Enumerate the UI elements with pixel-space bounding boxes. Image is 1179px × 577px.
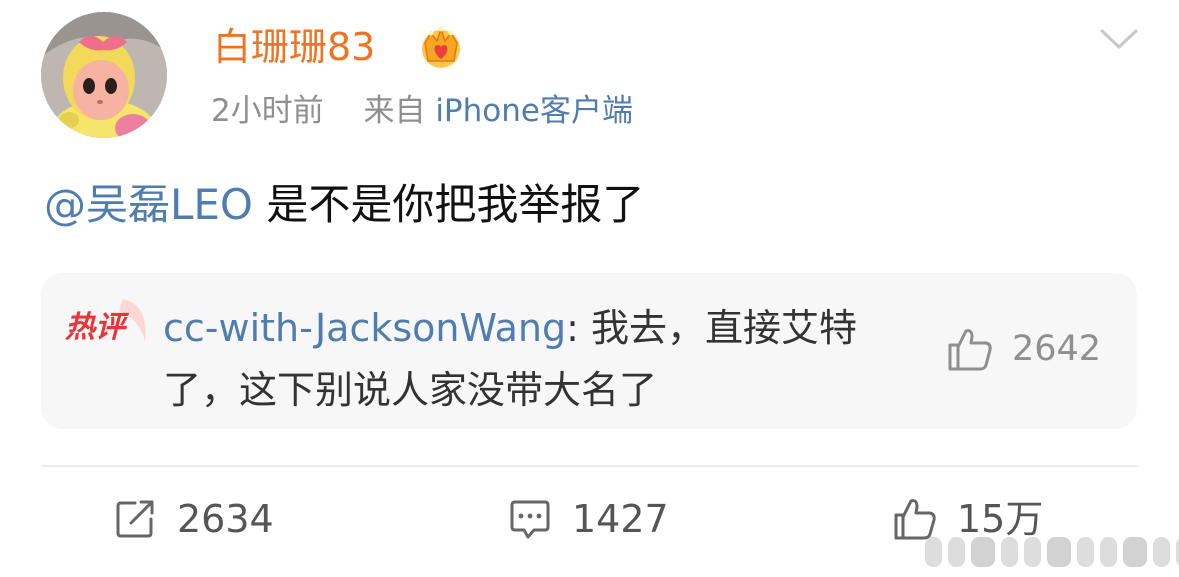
hot-badge-text: 热评 <box>64 310 130 345</box>
crown-badge-icon[interactable] <box>418 25 464 69</box>
comment-button[interactable]: 1427 <box>508 494 669 544</box>
mention-link[interactable]: @吴磊LEO <box>44 180 253 229</box>
post-meta: 2小时前 来自 iPhone客户端 <box>211 90 633 132</box>
hot-comment-like-button[interactable]: 2642 <box>946 325 1101 373</box>
thumbs-up-icon <box>948 329 992 371</box>
divider <box>41 465 1137 467</box>
repost-button[interactable]: 2634 <box>113 494 274 544</box>
comment-count: 1427 <box>572 497 669 541</box>
chevron-down-icon[interactable] <box>1098 25 1140 53</box>
hot-comment-text: cc-with-JacksonWang: 我去，直接艾特了，这下别说人家没带大名… <box>163 297 903 421</box>
post-text: @吴磊LEO 是不是你把我举报了 <box>44 178 644 232</box>
comment-icon <box>510 500 550 539</box>
hot-comment-badge: 热评 <box>63 295 153 351</box>
repost-count: 2634 <box>177 497 274 541</box>
repost-icon <box>116 500 154 538</box>
hot-comment-author[interactable]: cc-with-JacksonWang <box>163 306 566 350</box>
watermark-overlay <box>925 537 1179 567</box>
username[interactable]: 白珊珊83 <box>213 22 375 72</box>
post-time: 2小时前 <box>211 93 324 129</box>
post-body: 是不是你把我举报了 <box>266 180 645 229</box>
post-source-prefix: 来自 <box>363 93 426 129</box>
post-source[interactable]: iPhone客户端 <box>435 93 633 129</box>
hot-comment[interactable]: 热评 cc-with-JacksonWang: 我去，直接艾特了，这下别说人家没… <box>41 273 1137 429</box>
hot-comment-like-count: 2642 <box>1012 329 1102 369</box>
avatar[interactable] <box>41 12 167 138</box>
thumbs-up-icon <box>894 499 936 540</box>
hot-comment-separator: : <box>566 306 591 350</box>
